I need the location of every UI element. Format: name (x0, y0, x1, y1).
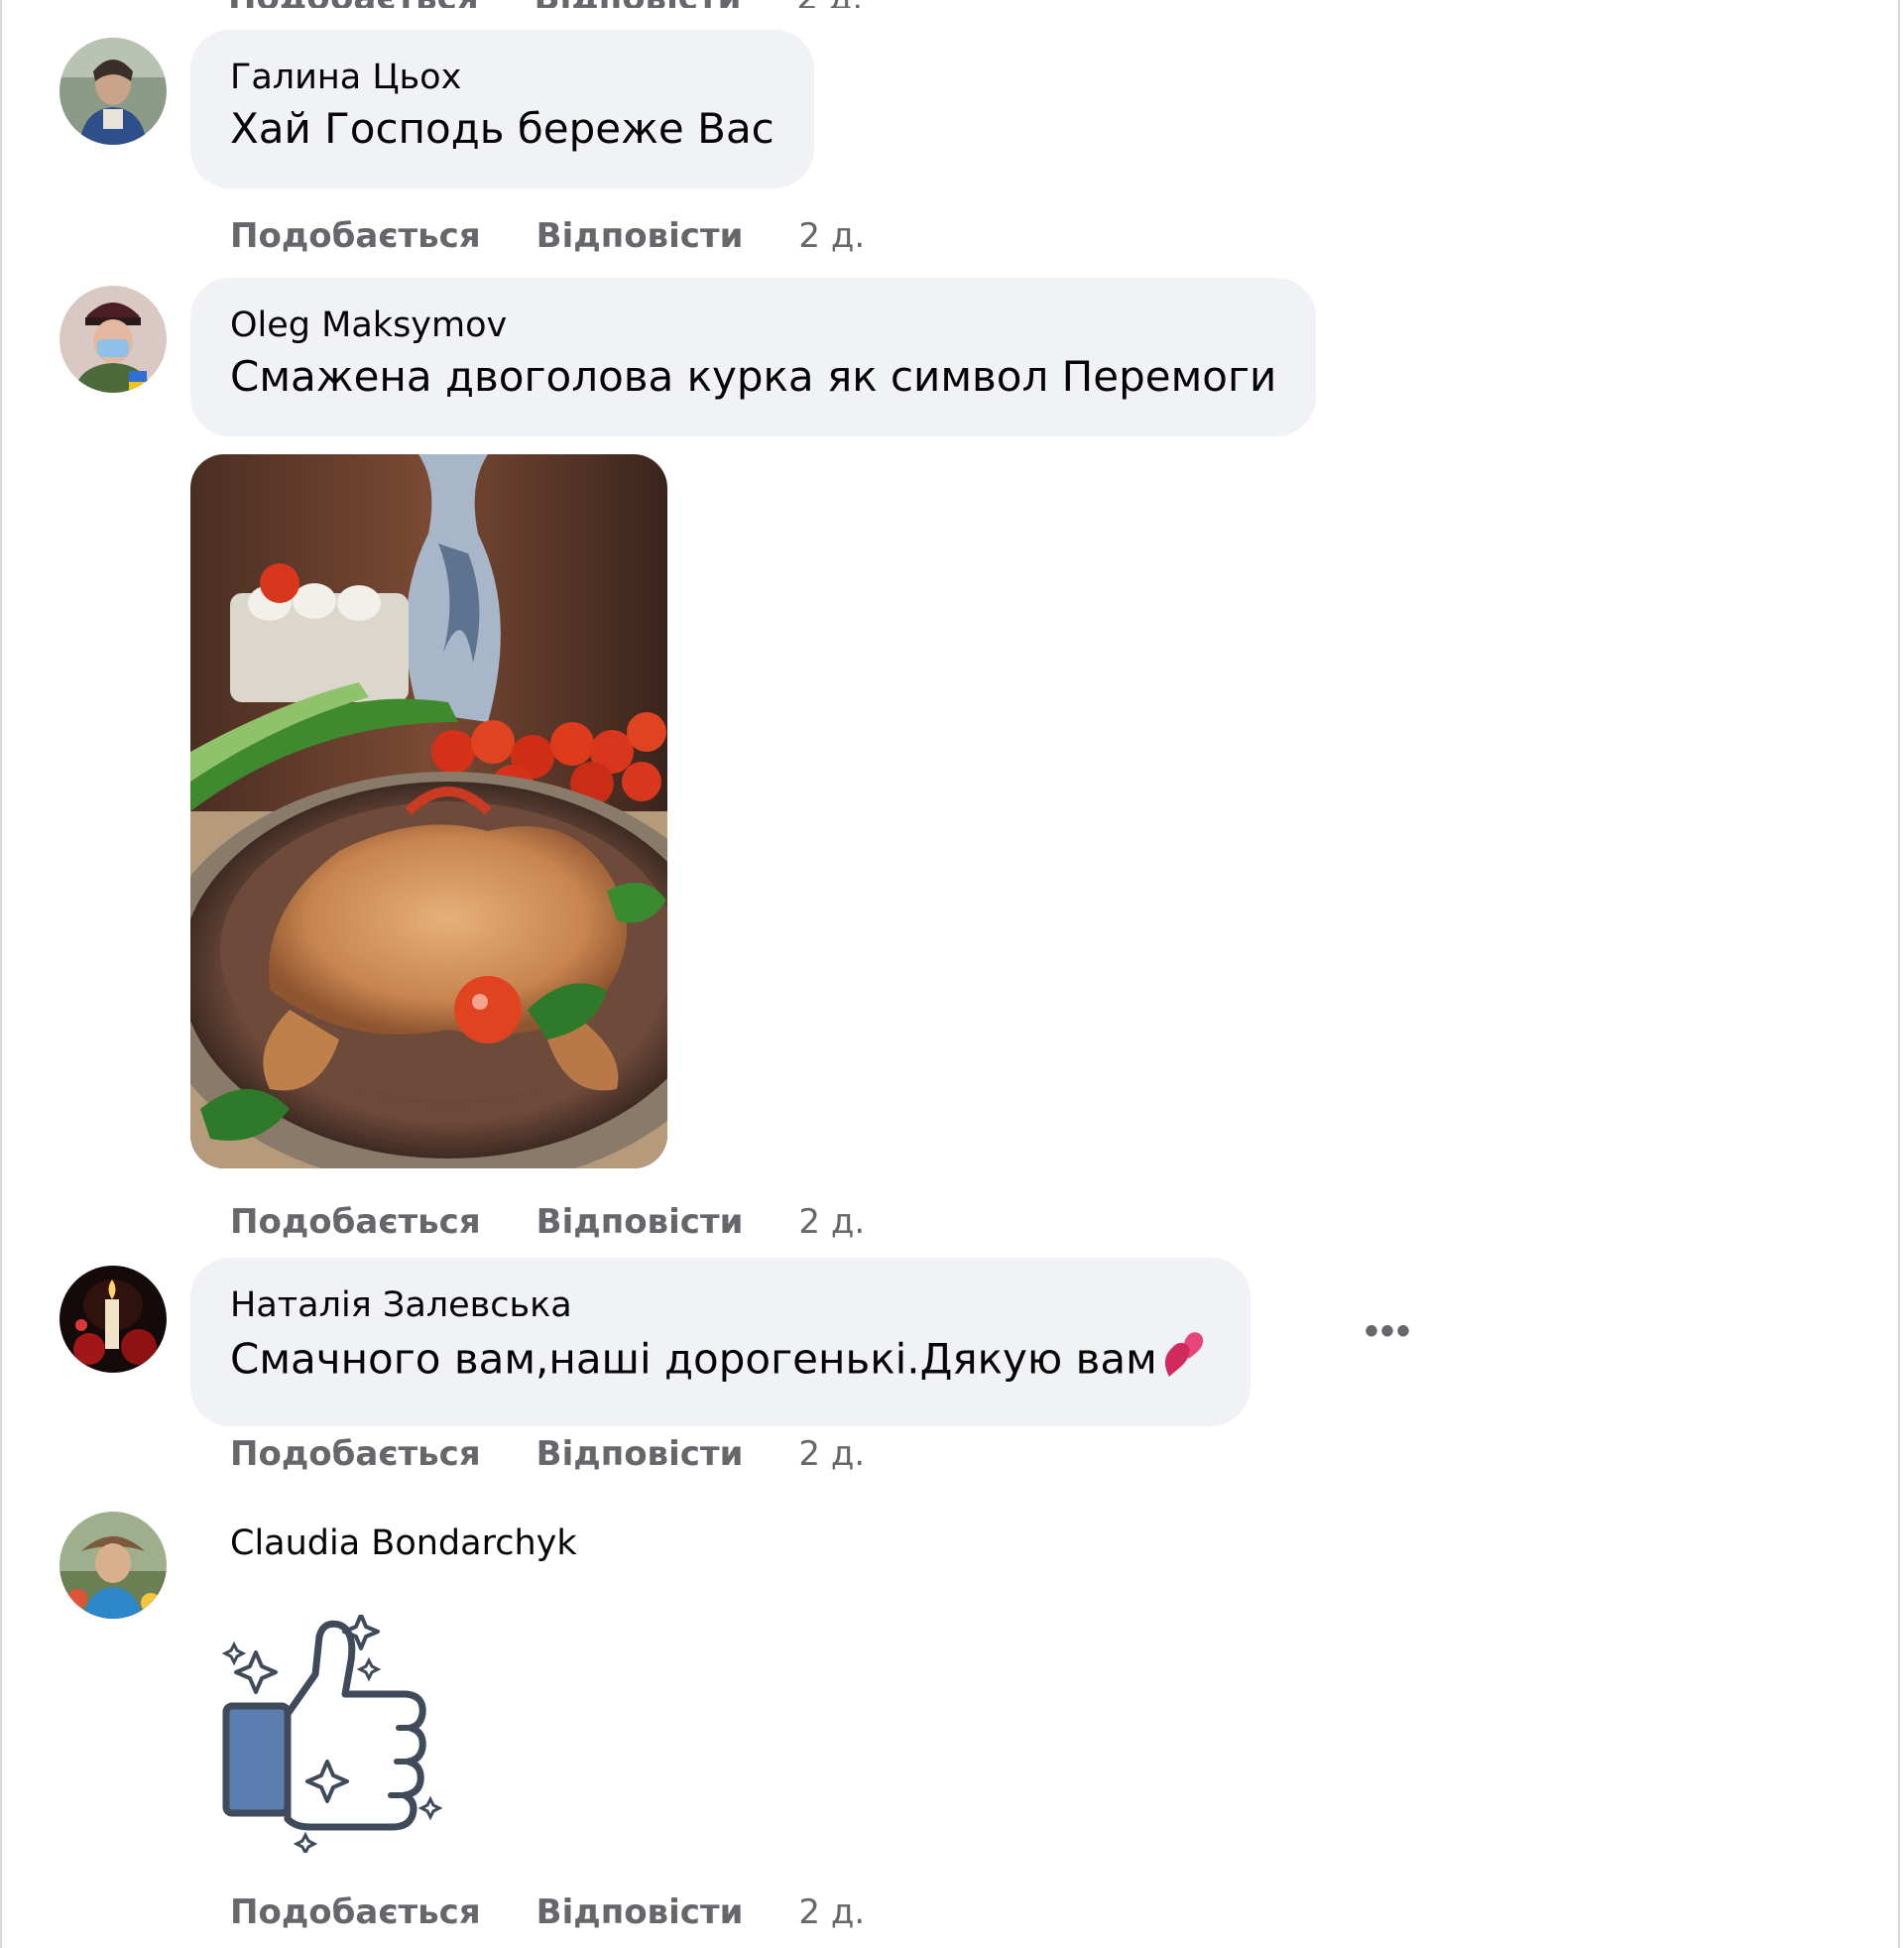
avatar[interactable] (60, 286, 167, 393)
comment-timestamp[interactable]: 2 д. (796, 0, 863, 8)
comment-author[interactable]: Oleg Maksymov (230, 304, 1276, 347)
comment-timestamp[interactable]: 2 д. (798, 1202, 865, 1242)
comment-timestamp[interactable]: 2 д. (798, 1434, 865, 1474)
comment-photo[interactable] (190, 454, 667, 1168)
avatar[interactable] (60, 1512, 167, 1619)
two-hearts-icon (1159, 1329, 1211, 1395)
comment-bubble: Наталія Залевська Смачного вам,наші доро… (190, 1258, 1250, 1426)
comment-text: Хай Господь береже Вас (230, 104, 774, 153)
like-button[interactable]: Подобається (228, 0, 479, 8)
profile-photo-icon (60, 1512, 167, 1619)
avatar[interactable] (60, 38, 167, 145)
comment-actions: Подобається Відповісти 2 д. (230, 216, 865, 256)
thumbs-up-sparkle-sticker-icon[interactable] (220, 1613, 448, 1857)
comment-author[interactable]: Claudia Bondarchyk (230, 1522, 577, 1565)
profile-photo-icon (60, 1266, 167, 1373)
profile-photo-icon (60, 286, 167, 393)
more-options-button[interactable]: ••• (1365, 1309, 1412, 1354)
previous-comment-actions: Подобається Відповісти 2 д. (228, 0, 863, 8)
like-button[interactable]: Подобається (230, 1434, 481, 1474)
like-button[interactable]: Подобається (230, 1892, 481, 1932)
like-button[interactable]: Подобається (230, 216, 481, 256)
comment-bubble: Oleg Maksymov Смажена двоголова курка як… (190, 278, 1317, 436)
comment-text-line: Смачного вам,наші дорогенькі.Дякую вам (230, 1329, 1211, 1395)
comment-timestamp[interactable]: 2 д. (798, 1892, 865, 1932)
comments-panel: Подобається Відповісти 2 д. Галина Цьох … (0, 0, 1900, 1948)
comment-actions: Подобається Відповісти 2 д. (230, 1202, 865, 1242)
roast-chicken-photo-icon (190, 454, 667, 1168)
comment-text: Смажена двоголова курка як символ Перемо… (230, 352, 1277, 401)
comment-timestamp[interactable]: 2 д. (798, 216, 865, 256)
reply-button[interactable]: Відповісти (536, 1202, 744, 1242)
avatar[interactable] (60, 1266, 167, 1373)
comment-text: Смачного вам,наші дорогенькі.Дякую вам (230, 1334, 1157, 1384)
like-button[interactable]: Подобається (230, 1202, 481, 1242)
profile-photo-icon (60, 38, 167, 145)
comment-actions: Подобається Відповісти 2 д. (230, 1892, 865, 1932)
comment-actions: Подобається Відповісти 2 д. (230, 1434, 865, 1474)
comment-author[interactable]: Наталія Залевська (230, 1283, 1211, 1327)
reply-button[interactable]: Відповісти (536, 1892, 744, 1932)
reply-button[interactable]: Відповісти (536, 1434, 744, 1474)
reply-button[interactable]: Відповісти (535, 0, 742, 8)
comment-bubble: Галина Цьох Хай Господь береже Вас (190, 30, 814, 188)
reply-button[interactable]: Відповісти (536, 216, 744, 256)
comment-author[interactable]: Галина Цьох (230, 56, 774, 99)
